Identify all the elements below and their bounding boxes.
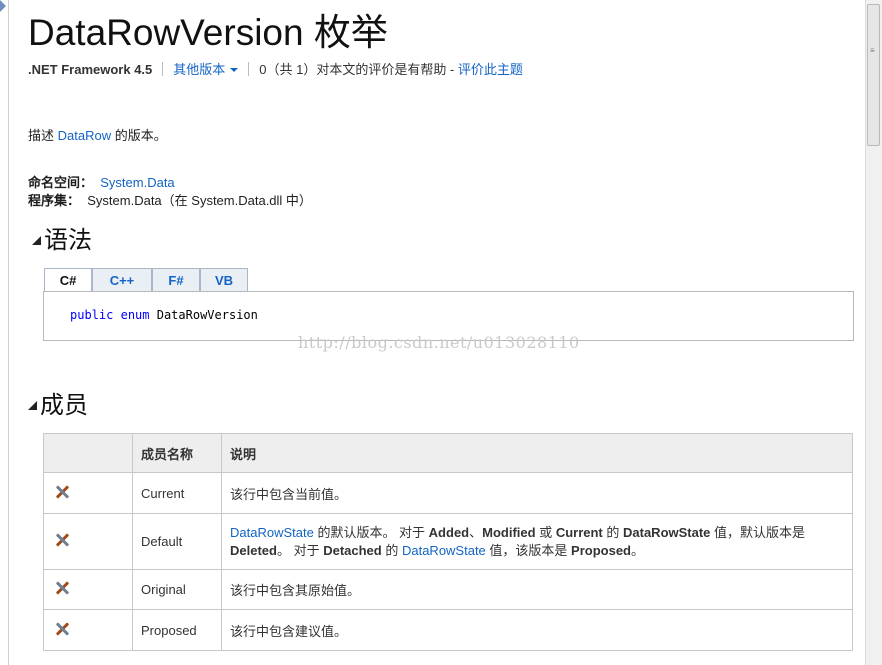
summary-text: 描述 DataRow 的版本。 (28, 128, 167, 143)
assembly-label: 程序集： (28, 193, 81, 208)
left-divider (8, 0, 9, 665)
watermark: http://blog.csdn.net/u013028110 (298, 333, 580, 352)
enum-member-icon (54, 621, 70, 637)
framework-label: .NET Framework 4.5 (28, 62, 153, 77)
tab-fsharp[interactable]: F# (152, 268, 200, 292)
divider (162, 62, 164, 76)
namespace-label: 命名空间： (28, 175, 94, 190)
rate-topic-link[interactable]: 评价此主题 (458, 62, 523, 77)
collapse-arrow-icon[interactable] (0, 0, 6, 12)
assembly-value: System.Data（在 System.Data.dll 中） (87, 193, 312, 208)
grip-icon: ≡ (870, 46, 875, 55)
member-desc: 该行中包含当前值。 (221, 472, 853, 514)
table-header-row: 成员名称 说明 (43, 433, 853, 473)
expand-triangle-icon (32, 236, 41, 245)
datarowstate-link[interactable]: DataRowState (402, 543, 486, 558)
enum-member-icon (54, 580, 70, 596)
member-name: Current (132, 472, 222, 514)
enum-member-icon (54, 532, 70, 548)
table-row: Original 该行中包含其原始值。 (43, 569, 853, 610)
code-line: public enum DataRowVersion (70, 308, 258, 322)
column-header-name: 成员名称 (132, 433, 222, 473)
syntax-heading[interactable]: 语法 (28, 220, 92, 255)
member-desc: 该行中包含建议值。 (221, 609, 853, 651)
language-tabs: C# C++ F# VB (44, 268, 248, 293)
member-desc: DataRowState 的默认版本。 对于 Added、Modified 或 … (221, 513, 853, 570)
member-name: Proposed (132, 609, 222, 651)
members-table: 成员名称 说明 Current 该行中包含当前值。 Default DataRo… (43, 433, 853, 651)
tab-cpp[interactable]: C++ (92, 268, 152, 292)
namespace-info: 命名空间： System.Data 程序集： System.Data（在 Sys… (28, 174, 312, 210)
column-header-desc: 说明 (221, 433, 853, 473)
members-heading[interactable]: 成员 (28, 385, 88, 420)
datarowstate-link[interactable]: DataRowState (230, 525, 314, 540)
vertical-scrollbar[interactable]: ≡ (865, 0, 882, 665)
chevron-down-icon (230, 68, 239, 72)
member-name: Original (132, 569, 222, 610)
expand-triangle-icon (28, 401, 37, 410)
tab-csharp[interactable]: C# (44, 268, 92, 293)
table-row: Proposed 该行中包含建议值。 (43, 609, 853, 651)
datarow-link[interactable]: DataRow (58, 128, 111, 143)
table-row: Current 该行中包含当前值。 (43, 472, 853, 514)
enum-member-icon (54, 484, 70, 500)
page-title: DataRowVersion 枚举 (28, 12, 388, 53)
other-versions-link[interactable]: 其他版本 (173, 62, 239, 77)
version-bar: .NET Framework 4.5 其他版本 0（共 1）对本文的评价是有帮助 -… (28, 59, 523, 78)
scroll-thumb[interactable]: ≡ (867, 4, 880, 146)
divider (248, 62, 250, 76)
tab-vb[interactable]: VB (200, 268, 248, 292)
member-name: Default (132, 513, 222, 570)
member-desc: 该行中包含其原始值。 (221, 569, 853, 610)
icon-column-header (43, 433, 133, 473)
table-row: Default DataRowState 的默认版本。 对于 Added、Mod… (43, 513, 853, 570)
namespace-link[interactable]: System.Data (100, 175, 174, 190)
rating-text: 0（共 1）对本文的评价是有帮助 - (259, 62, 458, 77)
